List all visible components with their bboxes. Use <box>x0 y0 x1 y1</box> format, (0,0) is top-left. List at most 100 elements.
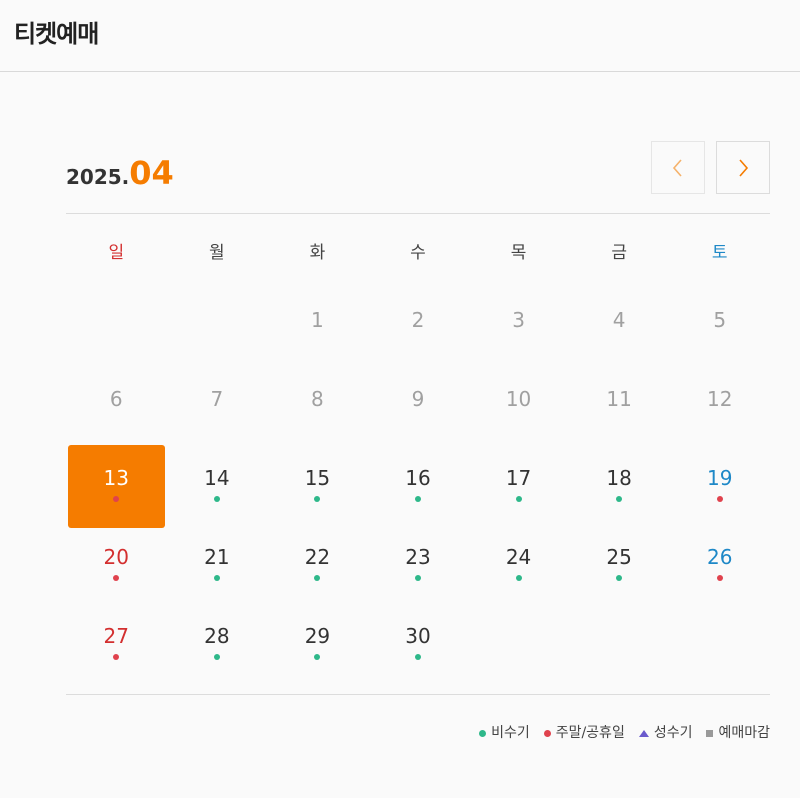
calendar-day: 2 <box>368 284 469 363</box>
red-dot-icon <box>543 730 551 737</box>
legend-off-peak-label: 비수기 <box>491 725 530 741</box>
calendar-day-number: 14 <box>204 466 230 490</box>
calendar-day-number: 7 <box>210 387 224 411</box>
chevron-left-icon <box>672 158 682 177</box>
off-peak-dot-icon <box>515 496 522 502</box>
weekday-thu: 목 <box>510 243 527 263</box>
calendar-day-selected[interactable]: 13 <box>66 442 167 528</box>
calendar-day[interactable]: 18 <box>569 442 670 521</box>
weekday-mon: 월 <box>209 243 225 263</box>
calendar-day[interactable]: 19 <box>669 442 770 521</box>
off-peak-dot-icon <box>616 496 623 502</box>
calendar-month: 04 <box>129 154 174 192</box>
off-peak-dot-icon <box>616 575 623 581</box>
calendar-day-number: 24 <box>505 545 532 569</box>
legend-off-peak: 비수기 <box>479 722 530 742</box>
calendar-day-number: 5 <box>713 308 727 332</box>
calendar-day: 5 <box>669 284 770 363</box>
calendar-day-number: 16 <box>405 466 431 490</box>
calendar-day[interactable]: 26 <box>669 521 770 600</box>
chevron-right-icon <box>739 158 749 177</box>
calendar-day[interactable]: 22 <box>267 521 368 600</box>
calendar-empty-cell <box>167 284 268 363</box>
legend-holiday-label: 주말/공휴일 <box>555 725 625 741</box>
calendar-day: 7 <box>167 363 268 442</box>
calendar-day-number: 25 <box>606 545 632 569</box>
calendar-day-number: 30 <box>405 624 431 648</box>
calendar-day-number: 1 <box>311 308 324 332</box>
calendar-day-number: 29 <box>304 624 331 648</box>
weekday-header: 일 월 화 수 목 금 토 <box>66 238 770 263</box>
divider-top <box>66 213 770 214</box>
off-peak-dot-icon <box>213 575 220 581</box>
calendar-grid: 1 2 3 4 5 6 7 8 9 10 11 12 13 14 15 16 17 18 19 20 21 22 23 24 2… <box>66 284 770 679</box>
off-peak-dot-icon <box>314 654 321 660</box>
calendar-day-number: 22 <box>304 545 331 569</box>
calendar-day[interactable]: 14 <box>167 442 268 521</box>
weekday-sun: 일 <box>108 243 125 263</box>
calendar-day-number: 17 <box>505 466 532 490</box>
legend-closed-label: 예매마감 <box>718 725 770 741</box>
green-dot-icon <box>479 730 487 737</box>
page-title: 티켓예매 <box>14 20 99 48</box>
divider-bottom <box>66 694 770 695</box>
weekday-fri: 금 <box>611 243 627 263</box>
calendar-day[interactable]: 25 <box>569 521 670 600</box>
prev-month-button[interactable] <box>651 141 705 194</box>
off-peak-dot-icon <box>213 654 220 660</box>
calendar-day: 8 <box>267 363 368 442</box>
calendar-day-number: 6 <box>109 387 123 411</box>
legend-closed: 예매마감 <box>706 722 770 742</box>
gray-square-icon <box>706 730 714 737</box>
calendar-day-number: 9 <box>411 387 425 411</box>
weekday-wed: 수 <box>410 243 426 263</box>
calendar-day[interactable]: 28 <box>167 600 268 679</box>
calendar-day[interactable]: 30 <box>368 600 469 679</box>
calendar-day[interactable]: 23 <box>368 521 469 600</box>
calendar-day: 1 <box>267 284 368 363</box>
calendar-day[interactable]: 27 <box>66 600 167 679</box>
calendar-day[interactable]: 17 <box>468 442 569 521</box>
holiday-dot-icon <box>113 496 120 502</box>
off-peak-dot-icon <box>414 496 421 502</box>
weekday-sat: 토 <box>711 243 728 263</box>
calendar-day-number: 3 <box>512 308 525 332</box>
legend-peak: 성수기 <box>638 722 693 742</box>
weekday-tue: 화 <box>309 243 326 263</box>
legend: 비수기 주말/공휴일 성수기 예매마감 <box>479 722 770 742</box>
page-header: 티켓예매 <box>0 0 800 72</box>
holiday-dot-icon <box>113 575 120 581</box>
off-peak-dot-icon <box>314 575 321 581</box>
calendar-day-number: 12 <box>706 387 733 411</box>
calendar-empty-cell <box>66 284 167 363</box>
calendar-day-number: 15 <box>304 466 331 490</box>
calendar-day-number: 2 <box>411 308 425 332</box>
off-peak-dot-icon <box>213 496 220 502</box>
off-peak-dot-icon <box>314 496 321 502</box>
purple-triangle-icon <box>638 729 649 737</box>
calendar-day-number: 19 <box>706 466 733 490</box>
calendar-day-number: 23 <box>405 545 431 569</box>
calendar-day: 10 <box>468 363 569 442</box>
off-peak-dot-icon <box>515 575 522 581</box>
calendar-day[interactable]: 29 <box>267 600 368 679</box>
legend-holiday: 주말/공휴일 <box>543 722 625 742</box>
off-peak-dot-icon <box>414 575 421 581</box>
calendar-day[interactable]: 21 <box>167 521 268 600</box>
calendar-day[interactable]: 20 <box>66 521 167 600</box>
calendar-day: 9 <box>368 363 469 442</box>
calendar-day[interactable]: 15 <box>267 442 368 521</box>
calendar-day[interactable]: 24 <box>468 521 569 600</box>
calendar-day-number: 13 <box>103 466 129 490</box>
calendar-day-number: 27 <box>103 624 129 648</box>
calendar-day: 6 <box>66 363 167 442</box>
legend-peak-label: 성수기 <box>653 725 693 741</box>
calendar-year-month: 2025.04 <box>66 154 174 192</box>
calendar-day: 4 <box>569 284 670 363</box>
calendar-year: 2025. <box>66 165 130 189</box>
next-month-button[interactable] <box>716 141 770 194</box>
calendar-day-number: 11 <box>606 387 632 411</box>
calendar-day-number: 10 <box>505 387 532 411</box>
calendar-day[interactable]: 16 <box>368 442 469 521</box>
calendar-day-number: 18 <box>606 466 632 490</box>
